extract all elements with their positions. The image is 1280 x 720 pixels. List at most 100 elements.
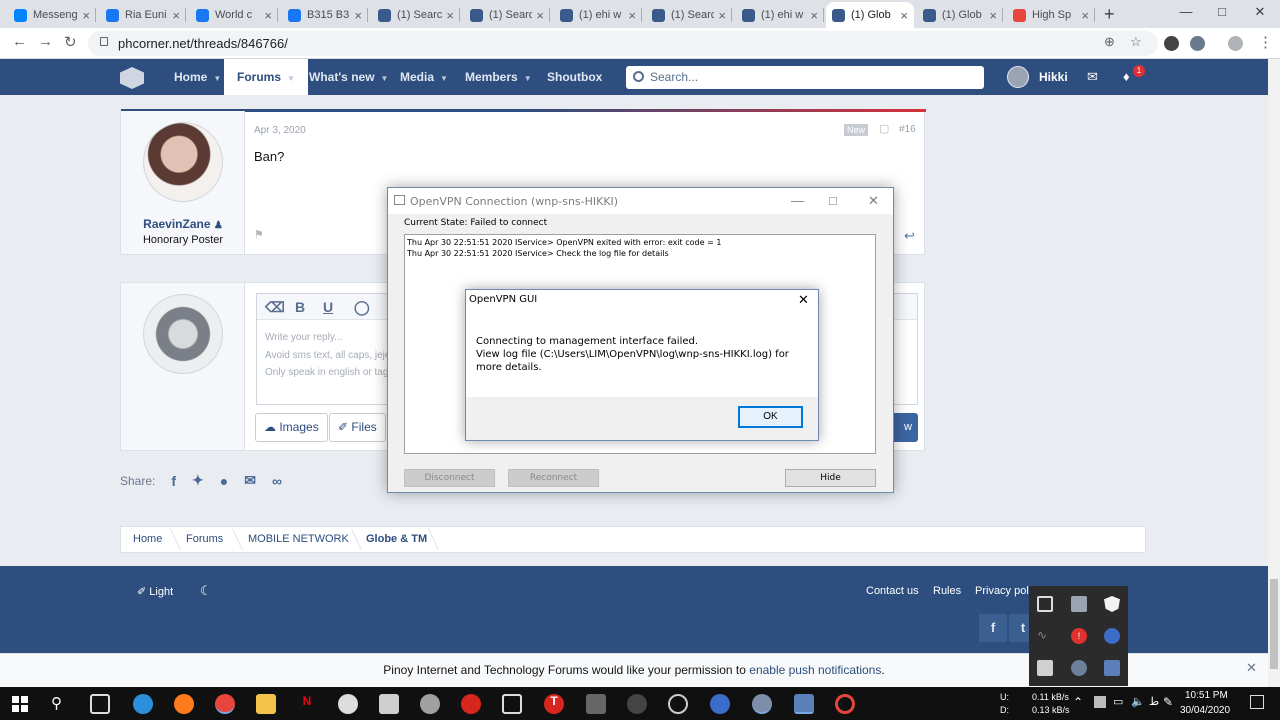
openvpn-monitor-icon[interactable] bbox=[1037, 660, 1053, 676]
network-icon[interactable] bbox=[1071, 660, 1087, 676]
twitter-icon[interactable]: ✦ bbox=[192, 472, 204, 489]
breadcrumb-globe-tm[interactable]: Globe & TM bbox=[366, 527, 427, 552]
link-icon[interactable]: ∞ bbox=[272, 473, 282, 489]
extension-icon[interactable] bbox=[1190, 36, 1205, 51]
new-tab-button[interactable]: + bbox=[1104, 4, 1115, 25]
app-icon[interactable] bbox=[835, 694, 855, 714]
nav-forums[interactable]: Forums ▼ bbox=[224, 59, 308, 95]
browser-tab[interactable]: (1) Searc × bbox=[372, 2, 460, 28]
task-view-icon[interactable] bbox=[90, 694, 110, 714]
footer-privacy-link[interactable]: Privacy pol bbox=[975, 585, 1029, 597]
close-tab-icon[interactable]: × bbox=[628, 8, 636, 23]
enable-push-link[interactable]: enable push notifications bbox=[749, 663, 881, 677]
close-tab-icon[interactable]: × bbox=[82, 8, 90, 23]
close-tab-icon[interactable]: × bbox=[446, 8, 454, 23]
maximize-button[interactable]: □ bbox=[829, 193, 837, 208]
reddit-icon[interactable]: ● bbox=[220, 473, 228, 489]
app-icon[interactable] bbox=[586, 694, 606, 714]
browser-tab[interactable]: (1) Glob × bbox=[917, 2, 1003, 28]
browser-tab[interactable]: World c × bbox=[190, 2, 278, 28]
bookmark-star-icon[interactable]: ☆ bbox=[1130, 34, 1142, 50]
close-tab-icon[interactable]: × bbox=[989, 8, 997, 23]
page-scrollbar[interactable] bbox=[1268, 59, 1280, 687]
search-icon[interactable]: ⚲ bbox=[51, 694, 71, 714]
bookmark-icon[interactable]: ▢ bbox=[879, 122, 889, 135]
browser-tab[interactable]: (1) ehi w × bbox=[554, 2, 642, 28]
bell-icon[interactable]: ♦ bbox=[1123, 69, 1130, 84]
close-tab-icon[interactable]: × bbox=[172, 8, 180, 23]
tray-overflow-chevron-icon[interactable]: ⌃ bbox=[1073, 695, 1083, 709]
globe-icon[interactable] bbox=[1104, 628, 1120, 644]
footer-contact-link[interactable]: Contact us bbox=[866, 585, 919, 597]
reload-icon[interactable]: ↻ bbox=[64, 33, 77, 51]
close-window-button[interactable]: ✕ bbox=[1240, 4, 1280, 20]
add-icon[interactable]: ⊕ bbox=[1104, 34, 1115, 50]
netflix-icon[interactable]: N bbox=[297, 694, 317, 714]
browser-tab[interactable]: (1) Searc × bbox=[464, 2, 550, 28]
close-tab-icon[interactable]: × bbox=[718, 8, 726, 23]
browser-tab[interactable]: (1) Searc × bbox=[646, 2, 732, 28]
breadcrumb-home[interactable]: Home bbox=[133, 527, 162, 552]
battery-icon[interactable]: ▭ bbox=[1113, 695, 1123, 708]
breadcrumb-mobile-network[interactable]: MOBILE NETWORK bbox=[248, 527, 349, 552]
chrome-icon[interactable] bbox=[215, 694, 235, 714]
close-button[interactable]: ✕ bbox=[798, 292, 809, 308]
clock-time[interactable]: 10:51 PM bbox=[1185, 690, 1228, 701]
notification-icon[interactable]: ! bbox=[1071, 628, 1087, 644]
browser-tab[interactable]: (1) Glob × bbox=[826, 2, 914, 28]
browser-tab[interactable]: B315 B3 × bbox=[282, 2, 368, 28]
pen-icon[interactable]: ✎ bbox=[1163, 695, 1173, 709]
bold-icon[interactable]: B bbox=[295, 299, 305, 315]
app-icon[interactable] bbox=[668, 694, 688, 714]
attach-images-button[interactable]: ☁ Images bbox=[255, 413, 328, 442]
close-tab-icon[interactable]: × bbox=[810, 8, 818, 23]
browser-tab[interactable]: (1) ehi w × bbox=[736, 2, 824, 28]
facebook-icon[interactable]: f bbox=[171, 473, 176, 489]
nav-home[interactable]: Home ▼ bbox=[174, 59, 221, 95]
post-author[interactable]: RaevinZane ♟ bbox=[121, 217, 245, 231]
avatar[interactable] bbox=[143, 294, 223, 374]
url-field[interactable]: phcorner.net/threads/846766/ ⊕ ☆ bbox=[88, 31, 1158, 56]
tray-app-icon[interactable] bbox=[1037, 596, 1053, 612]
close-tab-icon[interactable]: × bbox=[1081, 8, 1089, 23]
file-explorer-icon[interactable] bbox=[256, 694, 276, 714]
maximize-button[interactable]: □ bbox=[1202, 4, 1242, 19]
minimize-button[interactable]: — bbox=[791, 193, 804, 208]
profile-avatar[interactable] bbox=[1228, 36, 1243, 51]
account-username[interactable]: Hikki bbox=[1039, 59, 1068, 95]
underline-icon[interactable]: U bbox=[323, 299, 333, 315]
tunnel-app-icon[interactable]: T bbox=[544, 694, 564, 714]
speedtest-icon[interactable] bbox=[461, 694, 481, 714]
printer-icon[interactable] bbox=[1071, 596, 1087, 612]
color-drop-icon[interactable]: ◯ bbox=[354, 299, 370, 316]
minimize-button[interactable]: — bbox=[1166, 4, 1206, 19]
window-titlebar[interactable]: OpenVPN Connection (wnp-sns-HIKKI) — □ ✕ bbox=[388, 188, 893, 214]
site-logo[interactable] bbox=[120, 67, 144, 89]
browser-tab[interactable]: Ria Euni × bbox=[100, 2, 186, 28]
nav-shoutbox[interactable]: Shoutbox bbox=[547, 59, 602, 95]
search-input[interactable]: Search... bbox=[626, 66, 984, 89]
forward-icon[interactable]: → bbox=[38, 33, 53, 50]
reconnect-button[interactable]: Reconnect bbox=[508, 469, 599, 487]
footer-rules-link[interactable]: Rules bbox=[933, 585, 961, 597]
eraser-icon[interactable]: ⌫ bbox=[265, 299, 285, 316]
close-tab-icon[interactable]: × bbox=[354, 8, 362, 23]
back-icon[interactable]: ← bbox=[12, 33, 27, 50]
extension-icon[interactable] bbox=[1164, 36, 1179, 51]
breadcrumb-forums[interactable]: Forums bbox=[186, 527, 223, 552]
hide-button[interactable]: Hide bbox=[785, 469, 876, 487]
mail-icon[interactable]: ✉ bbox=[1087, 69, 1098, 85]
disconnect-button[interactable]: Disconnect bbox=[404, 469, 495, 487]
post-number[interactable]: #16 bbox=[899, 124, 916, 135]
report-flag-icon[interactable]: ⚑ bbox=[254, 228, 264, 241]
action-center-icon[interactable] bbox=[1250, 695, 1264, 709]
language-icon[interactable]: ط bbox=[1149, 695, 1159, 708]
ok-button[interactable]: OK bbox=[738, 406, 803, 428]
monitor-icon[interactable] bbox=[794, 694, 814, 714]
wifi-icon[interactable]: ∿ bbox=[1037, 628, 1053, 644]
edge-icon[interactable] bbox=[133, 694, 153, 714]
dark-mode-moon-icon[interactable]: ☾ bbox=[200, 583, 212, 599]
post-date[interactable]: Apr 3, 2020 bbox=[254, 125, 306, 136]
nav-media[interactable]: Media ▼ bbox=[400, 59, 448, 95]
app-icon[interactable] bbox=[627, 694, 647, 714]
